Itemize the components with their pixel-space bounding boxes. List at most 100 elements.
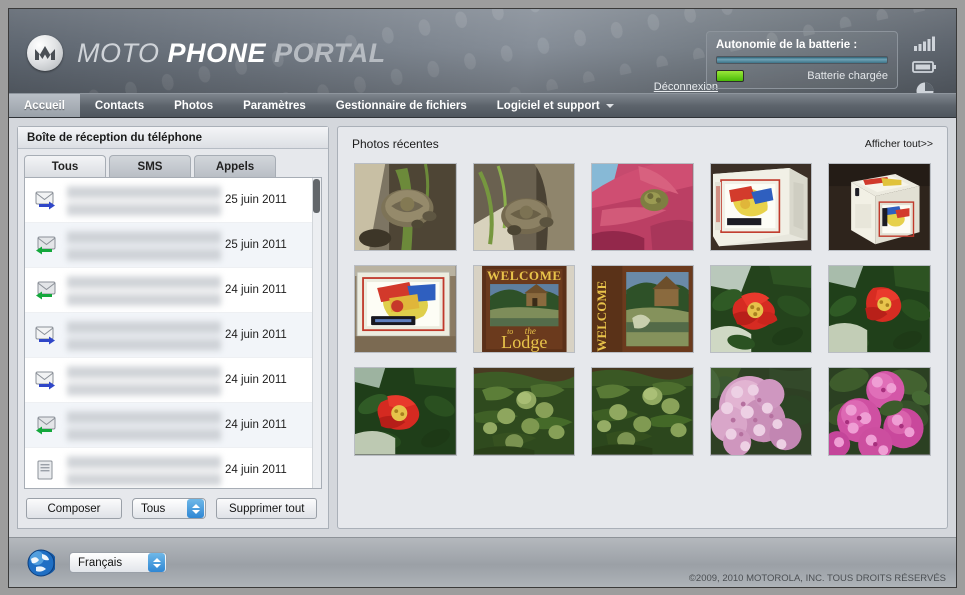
inbox-actions: Composer Tous Supprimer tout [18, 489, 328, 528]
battery-level-bar [716, 56, 888, 64]
inbox-title: Boîte de réception du téléphone [18, 127, 328, 149]
nav-item-label: Paramètres [243, 99, 306, 112]
app-footer: Français ©2009, 2010 MOTOROLA, INC. TOUS… [9, 537, 956, 587]
nav-item-logiciel-et-support[interactable]: Logiciel et support [482, 94, 629, 117]
tab-label: Tous [51, 160, 79, 173]
table-row[interactable]: 24 juin 2011 [25, 313, 321, 358]
memory-pie-icon[interactable] [906, 79, 944, 93]
nav-item-contacts[interactable]: Contacts [80, 94, 159, 117]
chevron-down-icon [605, 103, 614, 108]
brand-word-portal: PORTAL [274, 37, 386, 68]
battery-state-text: Batterie chargée [807, 70, 888, 82]
svg-text:WELCOME: WELCOME [487, 268, 562, 283]
table-row[interactable]: 25 juin 2011 [25, 223, 321, 268]
nav-item-label: Contacts [94, 99, 145, 112]
photos-title: Photos récentes [352, 137, 439, 151]
message-preview-redacted [67, 407, 221, 443]
svg-text:WELCOME: WELCOME [594, 281, 609, 352]
svg-text:Lodge: Lodge [501, 332, 547, 352]
message-received-icon [29, 415, 63, 435]
scrollbar-thumb[interactable] [313, 179, 320, 213]
main-navigation: Accueil Contacts Photos Paramètres Gesti… [9, 93, 956, 118]
message-filter-dropdown[interactable]: Tous [132, 498, 206, 519]
content-area: Boîte de réception du téléphone Tous SMS… [9, 118, 956, 537]
green-fruit-on-tree-1[interactable] [472, 367, 576, 456]
message-preview-redacted [67, 452, 221, 488]
message-received-icon [29, 280, 63, 300]
message-sent-icon [29, 190, 63, 210]
tab-label: SMS [137, 160, 163, 173]
copyright-text: ©2009, 2010 MOTOROLA, INC. TOUS DROITS R… [688, 573, 946, 584]
delete-all-button[interactable]: Supprimer tout [216, 498, 318, 519]
moto-phone-portal-window: MOTO PHONE PORTAL Déconnexion Autonomie … [8, 8, 957, 588]
battery-icon[interactable] [906, 55, 944, 79]
message-draft-icon [29, 460, 63, 480]
stepper-icon[interactable] [187, 499, 204, 518]
welcome-to-the-lodge-sign-2[interactable]: WELCOME [591, 265, 694, 354]
brand-word-moto: MOTO [77, 37, 160, 68]
pink-hydrangea-1[interactable] [709, 367, 813, 456]
nav-item-label: Logiciel et support [496, 99, 600, 112]
nav-item-label: Accueil [24, 99, 65, 112]
battery-chip-icon [716, 70, 744, 82]
tab-appels[interactable]: Appels [194, 155, 276, 177]
message-preview-redacted [67, 227, 221, 263]
page-title: MOTO PHONE PORTAL [77, 38, 386, 69]
language-value: Français [78, 556, 123, 569]
phone-inbox-panel: Boîte de réception du téléphone Tous SMS… [17, 126, 329, 529]
stepper-icon[interactable] [148, 553, 165, 572]
language-dropdown[interactable]: Français [69, 552, 167, 573]
message-list-scrollbar[interactable] [312, 178, 321, 488]
tab-label: Appels [215, 160, 255, 173]
message-date: 24 juin 2011 [225, 419, 287, 431]
message-date: 25 juin 2011 [225, 239, 287, 251]
brand-word-phone: PHONE [167, 37, 267, 68]
message-preview-redacted [67, 272, 221, 308]
message-received-icon [29, 235, 63, 255]
table-row[interactable]: 24 juin 2011 [25, 403, 321, 448]
message-date: 24 juin 2011 [225, 464, 287, 476]
message-filter-value: Tous [141, 502, 166, 515]
message-preview-redacted [67, 182, 221, 218]
pink-hydrangea-2[interactable] [828, 367, 931, 456]
motorola-m-logo [27, 35, 63, 71]
tortoise-on-soil-2[interactable] [472, 163, 576, 252]
nav-item-accueil[interactable]: Accueil [9, 94, 80, 117]
nav-item-label: Photos [174, 99, 214, 112]
pink-bromeliad-flower[interactable] [591, 163, 694, 252]
message-preview-redacted [67, 317, 221, 353]
nav-item-parametres[interactable]: Paramètres [228, 94, 321, 117]
red-pomegranate-flower-1[interactable] [709, 265, 813, 354]
system-icons [906, 31, 944, 93]
nav-item-gestionnaire-de-fichiers[interactable]: Gestionnaire de fichiers [321, 94, 482, 117]
nav-item-label: Gestionnaire de fichiers [335, 99, 467, 112]
message-date: 24 juin 2011 [225, 284, 287, 296]
nav-item-photos[interactable]: Photos [159, 94, 228, 117]
table-row[interactable]: 25 juin 2011 [25, 178, 321, 223]
tab-tous[interactable]: Tous [24, 155, 106, 177]
tin-box-close-up[interactable] [354, 265, 457, 354]
welcome-to-the-lodge-sign-1[interactable]: WELCOME to the Lodge [472, 265, 576, 354]
photos-header: Photos récentes Afficher tout>> [338, 127, 947, 157]
inbox-tabs: Tous SMS Appels [18, 149, 328, 177]
brand: MOTO PHONE PORTAL [27, 35, 386, 71]
recent-photos-panel: Photos récentes Afficher tout>> WELCOME … [337, 126, 948, 529]
table-row[interactable]: 24 juin 2011 [25, 268, 321, 313]
table-row[interactable]: 24 juin 2011 [25, 448, 321, 488]
red-pomegranate-flower-2[interactable] [828, 265, 931, 354]
compose-button[interactable]: Composer [26, 498, 122, 519]
message-list[interactable]: 25 juin 2011 25 juin 2011 24 juin 2011 2… [24, 177, 322, 489]
view-all-photos-link[interactable]: Afficher tout>> [865, 138, 933, 150]
message-preview-redacted [67, 362, 221, 398]
message-sent-icon [29, 325, 63, 345]
red-pomegranate-flower-3[interactable] [354, 367, 457, 456]
decorative-tin-box-2[interactable] [828, 163, 931, 252]
tortoise-on-soil-1[interactable] [354, 163, 457, 252]
battery-status-panel: Autonomie de la batterie : Batterie char… [706, 31, 898, 89]
tab-sms[interactable]: SMS [109, 155, 191, 177]
table-row[interactable]: 24 juin 2011 [25, 358, 321, 403]
green-fruit-on-tree-2[interactable] [591, 367, 694, 456]
decorative-tin-box-1[interactable] [709, 163, 813, 252]
message-date: 24 juin 2011 [225, 329, 287, 341]
signal-bars-icon[interactable] [906, 31, 944, 55]
